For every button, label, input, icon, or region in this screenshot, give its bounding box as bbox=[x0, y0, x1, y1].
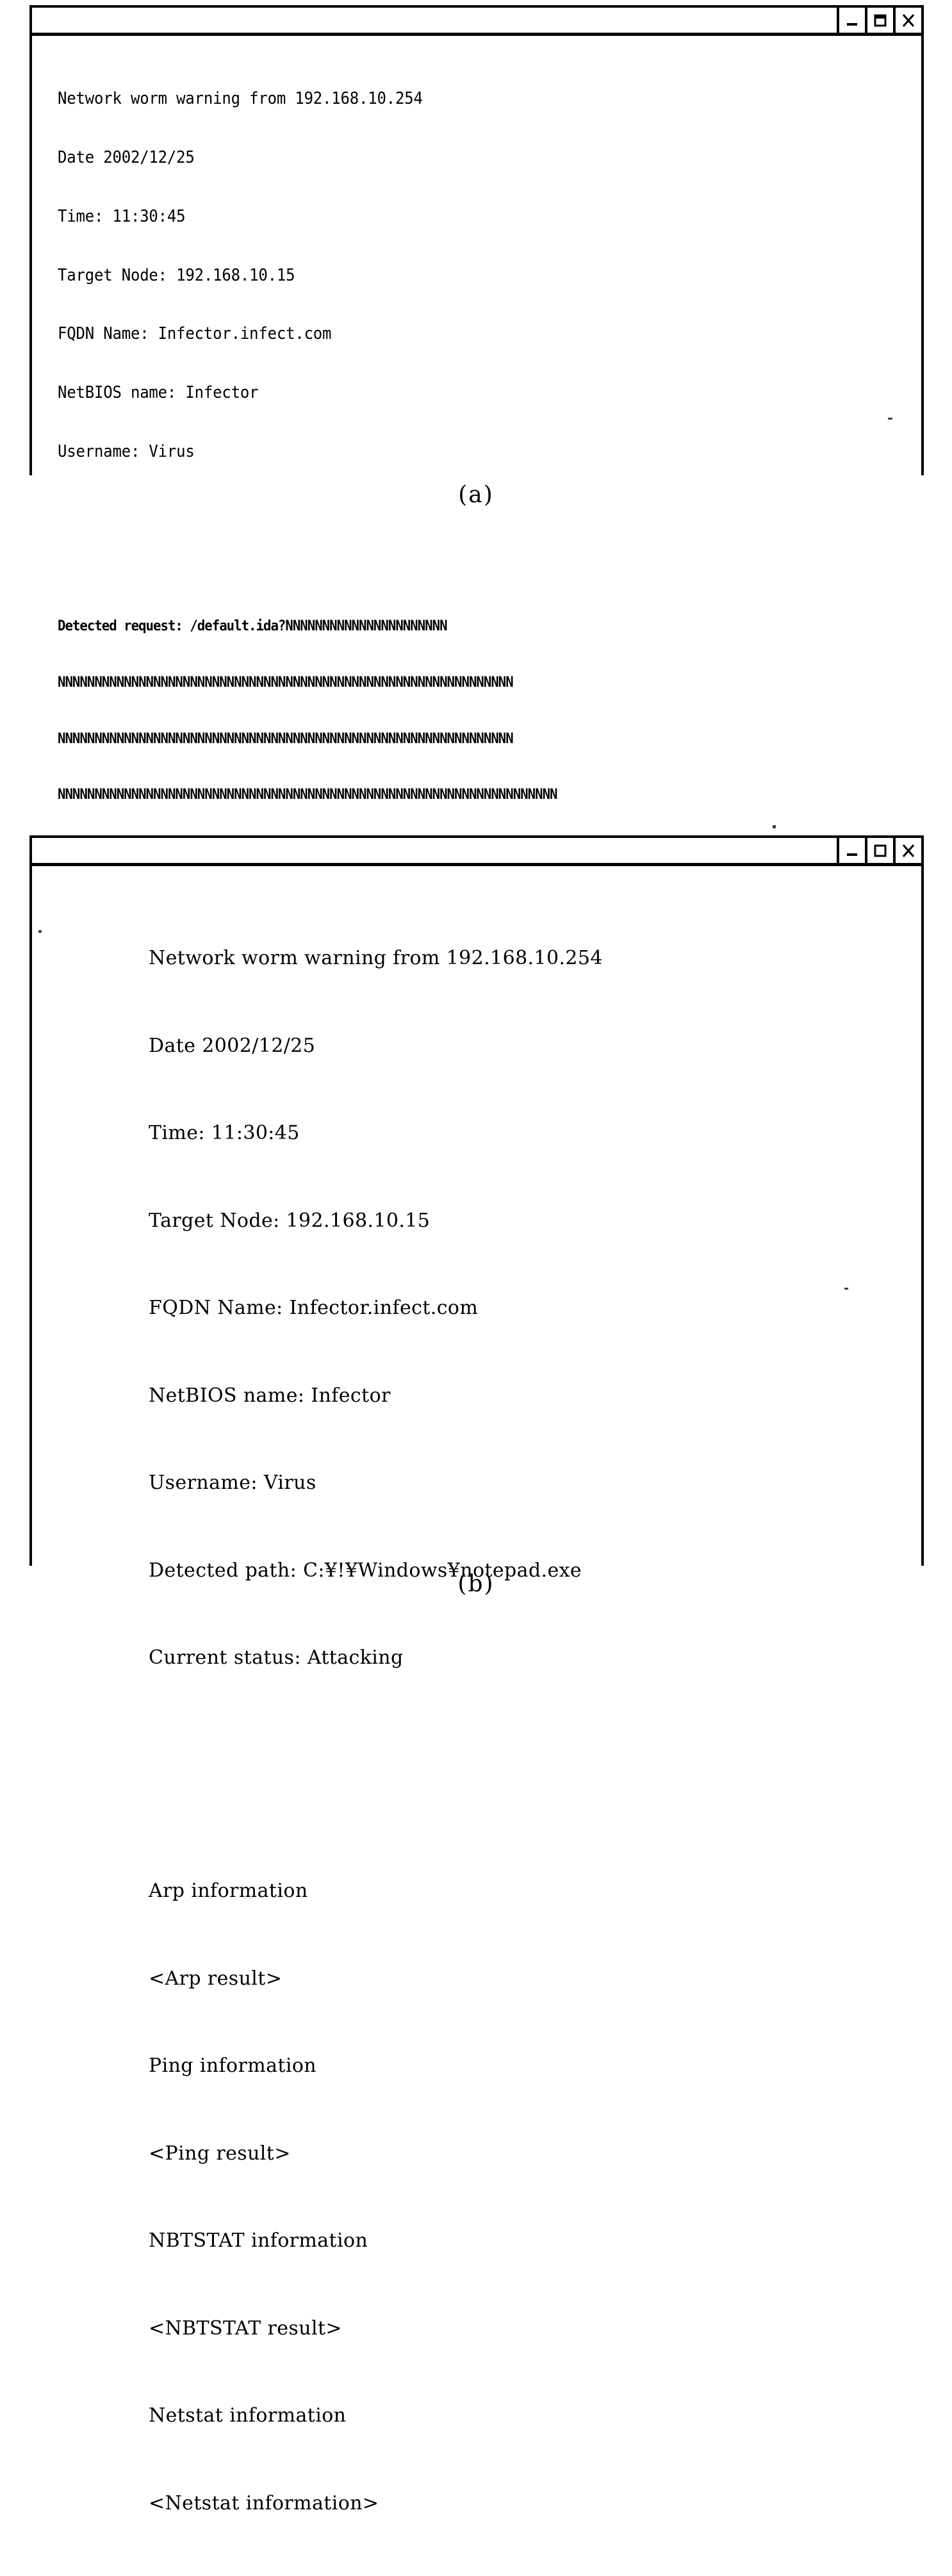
payload-line: NNNNNNNNNNNNNNNNNNNNNNNNNNNNNNNNNNNNNNNN… bbox=[58, 730, 514, 747]
log-line: Time: 11:30:45 bbox=[58, 206, 186, 226]
window-b-content: Network worm warning from 192.168.10.254… bbox=[32, 866, 921, 2576]
log-line: Username: Virus bbox=[149, 1472, 316, 1494]
log-line: FQDN Name: Infector.infect.com bbox=[58, 324, 332, 344]
log-line: NetBIOS name: Infector bbox=[149, 1384, 391, 1407]
worm-warning-window-a: Network worm warning from 192.168.10.254… bbox=[29, 5, 924, 1757]
window-title-a bbox=[32, 8, 837, 33]
info-line: <Ping result> bbox=[149, 2142, 291, 2165]
figure-root: Network worm warning from 192.168.10.254… bbox=[0, 0, 952, 2576]
scan-artifact bbox=[888, 418, 892, 420]
log-line: Network worm warning from 192.168.10.254 bbox=[58, 89, 423, 109]
payload-line: NNNNNNNNNNNNNNNNNNNNNNNNNNNNNNNNNNNNNNNN… bbox=[58, 674, 514, 691]
maximize-icon[interactable] bbox=[865, 838, 893, 863]
log-line: Target Node: 192.168.10.15 bbox=[58, 265, 295, 285]
info-line: <Arp result> bbox=[149, 1967, 283, 1990]
info-line: Ping information bbox=[149, 2055, 317, 2077]
log-line: Time: 11:30:45 bbox=[149, 1122, 300, 1144]
info-line: <Netstat information> bbox=[149, 2491, 379, 2514]
log-line: FQDN Name: Infector.infect.com bbox=[149, 1297, 479, 1319]
log-line: Target Node: 192.168.10.15 bbox=[149, 1209, 431, 1232]
maximize-icon[interactable] bbox=[865, 8, 893, 33]
titlebar-a bbox=[32, 8, 921, 36]
log-line: NetBIOS name: Infector bbox=[58, 383, 259, 403]
minimize-icon[interactable] bbox=[837, 8, 865, 33]
log-line: Username: Virus bbox=[58, 441, 195, 461]
info-line: Arp information bbox=[149, 1880, 308, 1902]
status-line: Current status: Attacking bbox=[149, 1646, 404, 1669]
worm-warning-window-b: Network worm warning from 192.168.10.254… bbox=[29, 835, 924, 2576]
window-title-b bbox=[32, 838, 837, 863]
log-line: Network worm warning from 192.168.10.254 bbox=[149, 947, 603, 969]
payload-line: NNNNNNNNNNNNNNNNNNNNNNNNNNNNNNNNNNNNNNNN… bbox=[58, 787, 558, 803]
payload-line: Detected request: /default.ida?NNNNNNNNN… bbox=[58, 618, 448, 635]
close-icon[interactable] bbox=[893, 8, 921, 33]
worm-log-b: Network worm warning from 192.168.10.254… bbox=[149, 885, 921, 2576]
minimize-icon[interactable] bbox=[837, 838, 865, 863]
scan-artifact bbox=[844, 1288, 848, 1290]
info-line: Netstat information bbox=[149, 2404, 347, 2427]
caption-a: (a) bbox=[458, 482, 494, 508]
log-line: Date 2002/12/25 bbox=[58, 147, 195, 167]
scan-artifact bbox=[38, 930, 42, 933]
scan-artifact bbox=[773, 825, 776, 828]
close-icon[interactable] bbox=[893, 838, 921, 863]
info-line: NBTSTAT information bbox=[149, 2229, 368, 2252]
caption-b: (b) bbox=[457, 1571, 495, 1597]
info-line: <NBTSTAT result> bbox=[149, 2317, 342, 2340]
log-line: Date 2002/12/25 bbox=[149, 1034, 316, 1057]
titlebar-b bbox=[32, 838, 921, 866]
